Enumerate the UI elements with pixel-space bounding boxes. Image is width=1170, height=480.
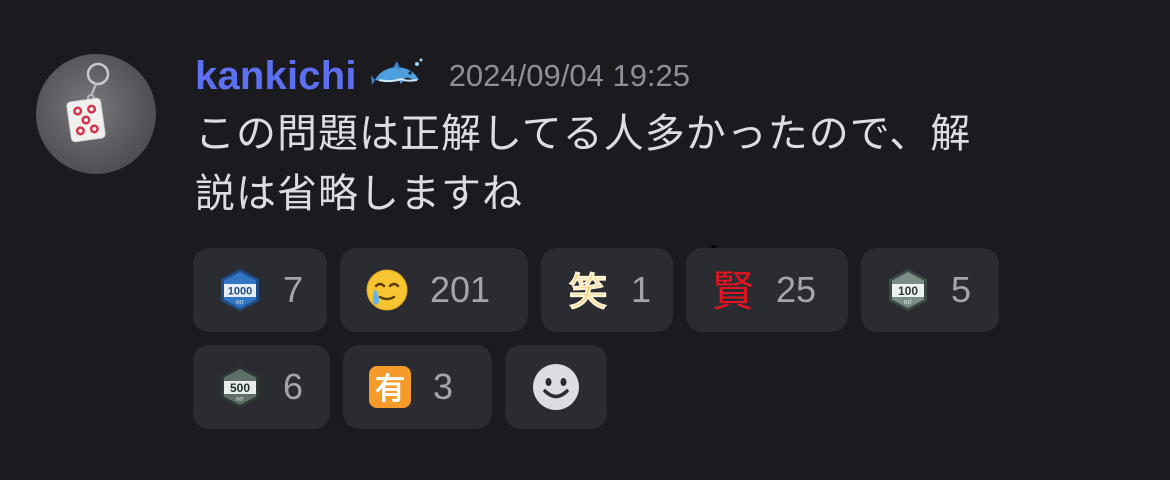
- reaction-yuu[interactable]: 有 3: [343, 345, 492, 429]
- badge-int-label: INT: [236, 397, 244, 403]
- 1000-int-badge-icon: 1000 INT: [217, 267, 263, 313]
- message-line-2: 説は省略しますね: [195, 171, 523, 217]
- 500-int-badge-icon: 500 INT: [217, 364, 263, 410]
- message-header: kankichi 2024/09/04 19:25: [195, 52, 690, 100]
- yuu-glyph: 有: [375, 372, 405, 407]
- warai-kanji-icon: 笑: [565, 267, 611, 314]
- reactions-row-1: 1000 INT 7 201 笑 1 賢 25 100 INT 5: [193, 248, 1023, 332]
- chat-message: kankichi 2024/09/04 19:25 この問題は正解してる人多かっ…: [0, 0, 1170, 480]
- add-reaction-button[interactable]: [505, 345, 607, 429]
- ken-kanji-icon: 賢: [710, 267, 756, 313]
- username[interactable]: kankichi: [195, 54, 357, 99]
- reaction-100-int[interactable]: 100 INT 5: [861, 248, 999, 332]
- reaction-1000-int[interactable]: 1000 INT 7: [193, 248, 327, 332]
- reaction-crying-smile[interactable]: 201: [340, 248, 528, 332]
- yuu-kanji-button-icon: 有: [367, 364, 413, 410]
- ken-glyph: 賢: [712, 267, 754, 313]
- badge-int-label: INT: [236, 300, 244, 306]
- dolphin-icon: [370, 58, 423, 94]
- reaction-count: 6: [283, 366, 304, 407]
- reaction-count: 3: [433, 366, 454, 407]
- avatar[interactable]: [36, 54, 156, 174]
- reaction-count: 1: [631, 269, 652, 310]
- mahjong-tile-keychain-icon: [66, 62, 110, 143]
- reaction-500-int[interactable]: 500 INT 6: [193, 345, 330, 429]
- reaction-count: 7: [283, 269, 304, 310]
- badge-int-label: INT: [904, 300, 912, 306]
- 100-int-badge-icon: 100 INT: [885, 267, 931, 313]
- badge-100-label: 100: [898, 284, 918, 298]
- message-line-1: この問題は正解してる人多かったので、解: [195, 111, 972, 157]
- reactions-bar: 1000 INT 7 201 笑 1 賢 25 100 INT 5 500 IN…: [193, 248, 1023, 442]
- timestamp: 2024/09/04 19:25: [448, 58, 691, 93]
- reaction-ken[interactable]: 賢 25: [686, 248, 848, 332]
- message-content: この問題は正解してる人多かったので、解 説は省略しますね: [195, 104, 1125, 224]
- reactions-row-2: 500 INT 6 有 3: [193, 345, 1023, 429]
- badge-500-label: 500: [230, 381, 250, 395]
- reaction-count: 201: [430, 269, 491, 310]
- reaction-warai[interactable]: 笑 1: [541, 248, 673, 332]
- badge-1000-label: 1000: [228, 286, 252, 298]
- crying-smile-emoji-icon: [364, 267, 410, 313]
- reaction-count: 5: [951, 269, 972, 310]
- warai-glyph: 笑: [569, 270, 607, 313]
- smiley-add-reaction-icon: [533, 364, 579, 410]
- reaction-count: 25: [776, 269, 817, 310]
